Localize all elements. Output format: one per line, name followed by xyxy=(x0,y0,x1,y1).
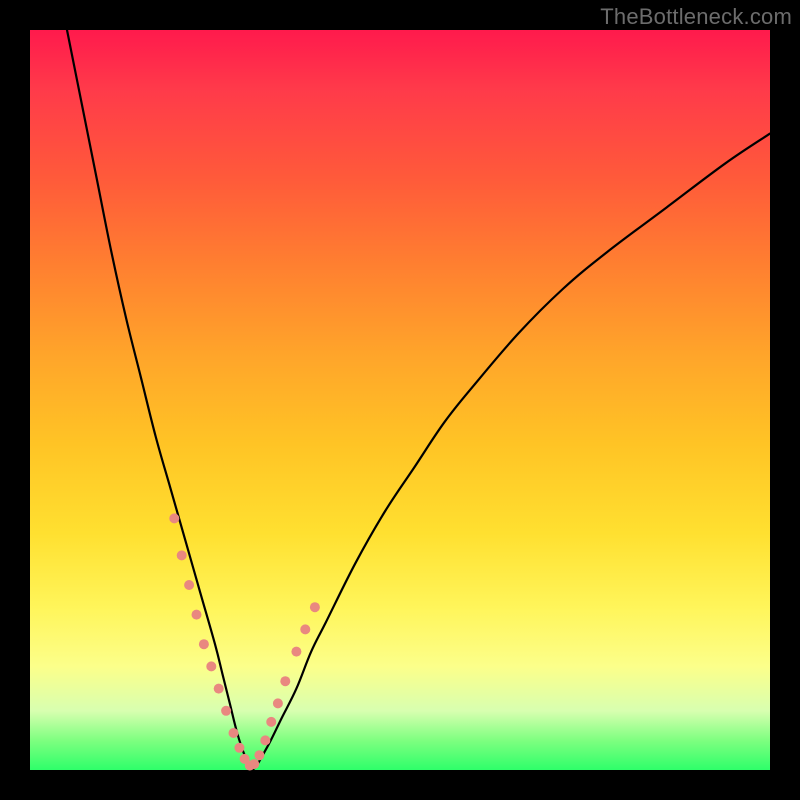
highlight-marker xyxy=(184,580,194,590)
highlight-marker xyxy=(177,550,187,560)
watermark-text: TheBottleneck.com xyxy=(600,4,792,30)
highlight-marker xyxy=(310,602,320,612)
chart-frame: TheBottleneck.com xyxy=(0,0,800,800)
highlight-marker xyxy=(206,661,216,671)
highlight-marker xyxy=(169,513,179,523)
highlight-marker xyxy=(260,735,270,745)
highlight-marker xyxy=(234,743,244,753)
highlight-marker xyxy=(249,759,259,769)
highlight-marker xyxy=(229,728,239,738)
highlight-marker xyxy=(254,750,264,760)
highlight-marker xyxy=(221,706,231,716)
plot-area xyxy=(30,30,770,770)
highlight-marker xyxy=(280,676,290,686)
highlight-marker xyxy=(300,624,310,634)
highlight-marker xyxy=(214,684,224,694)
highlight-marker xyxy=(273,698,283,708)
curve-svg xyxy=(30,30,770,770)
highlight-marker xyxy=(199,639,209,649)
bottleneck-curve xyxy=(67,30,770,770)
highlight-markers xyxy=(169,513,320,770)
highlight-marker xyxy=(266,717,276,727)
highlight-marker xyxy=(192,610,202,620)
highlight-marker xyxy=(291,647,301,657)
